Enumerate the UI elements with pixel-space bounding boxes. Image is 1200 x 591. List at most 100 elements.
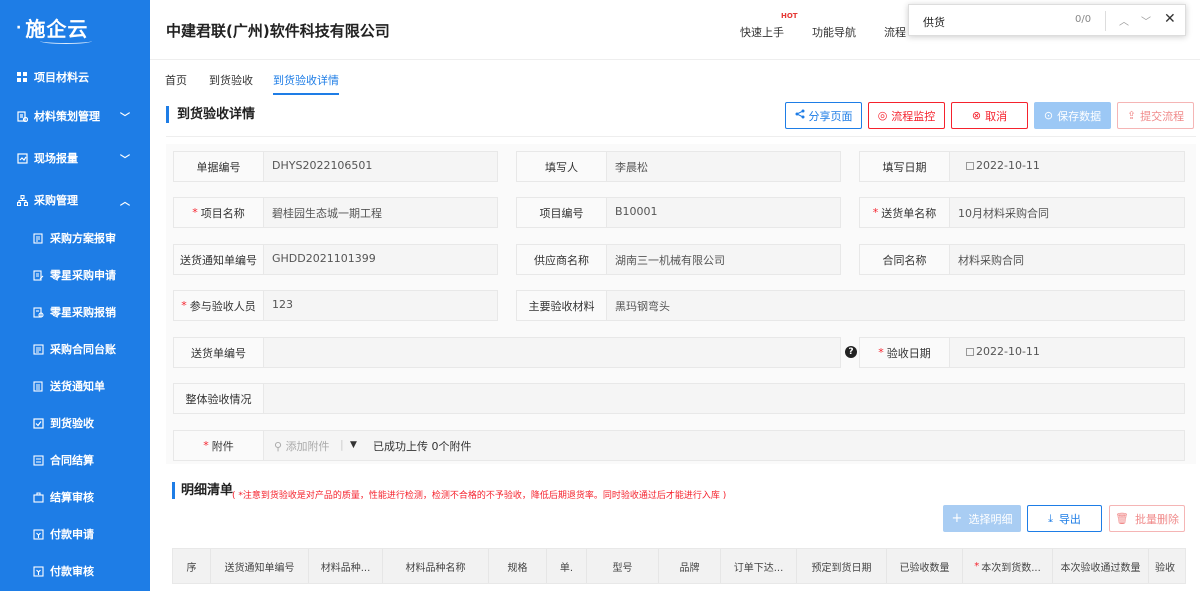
find-prev-icon[interactable]: ︿: [1119, 13, 1129, 28]
tab-arrival-acceptance-detail[interactable]: 到货验收详情: [273, 72, 339, 95]
close-circle-icon: ⊗: [971, 109, 982, 122]
sidebar-item-sporadic-apply[interactable]: 零星采购申请: [0, 263, 150, 287]
supplier-value: 湖南三一机械有限公司: [615, 254, 725, 267]
help-icon[interactable]: ?: [845, 346, 857, 358]
sidebar-item-site-report[interactable]: 现场报量 ﹀: [0, 146, 150, 170]
logo-arc: [40, 38, 92, 44]
report-icon: [16, 152, 28, 164]
pay-audit-icon: [32, 565, 44, 577]
select-details-button[interactable]: + 选择明细: [943, 505, 1021, 532]
project-name-field[interactable]: * 项目名称 碧桂园生态城一期工程: [173, 197, 498, 228]
submit-label: 提交流程: [1140, 109, 1185, 123]
reimburse-icon: [32, 306, 44, 318]
chevron-up-icon: ︿: [120, 196, 130, 208]
list-icon: [32, 380, 44, 392]
col-model: 型号: [587, 549, 659, 583]
find-count: 0/0: [1075, 14, 1092, 25]
overall-field[interactable]: 整体验收情况: [173, 383, 1185, 414]
share-page-button[interactable]: 分享页面: [785, 102, 862, 129]
materials-value: 黑玛钢弯头: [615, 300, 670, 313]
delivery-name-field[interactable]: * 送货单名称 10月材料采购合同: [859, 197, 1185, 228]
filler-value: 李晨松: [615, 161, 648, 174]
divider: [166, 136, 1196, 137]
find-next-icon[interactable]: ﹀: [1141, 13, 1151, 28]
delivery-name-value: 10月材料采购合同: [958, 207, 1049, 220]
sidebar-item-material-planning[interactable]: 材料策划管理 ﹀: [0, 104, 150, 128]
accept-date-label: 验收日期: [886, 346, 931, 360]
sidebar-item-label: 付款审核: [50, 565, 94, 578]
notice-no-label: 送货通知单编号: [174, 245, 264, 274]
materials-field[interactable]: 主要验收材料 黑玛钢弯头: [516, 290, 1185, 321]
sidebar-item-payment-apply[interactable]: 付款申请: [0, 522, 150, 546]
detail-table-header: 序 送货通知单编号 材料品种... 材料品种名称 规格 单. 型号 品牌 订单下…: [172, 548, 1186, 584]
check-circle-icon: ⊙: [1043, 109, 1054, 122]
delivery-no-label: 送货单编号: [174, 338, 264, 367]
attachment-label: 附件: [211, 439, 234, 453]
delivery-no-field[interactable]: 送货单编号: [173, 337, 841, 368]
sidebar-item-label: 送货通知单: [50, 380, 105, 393]
find-input[interactable]: 供货: [923, 14, 945, 30]
sidebar-item-label: 付款申请: [50, 528, 94, 541]
sidebar-item-sporadic-reimburse[interactable]: 零星采购报销: [0, 300, 150, 324]
col-material-category: 材料品种...: [309, 549, 383, 583]
feature-nav-link[interactable]: 功能导航: [812, 24, 856, 40]
col-accepted-qty: 已验收数量: [887, 549, 963, 583]
attachment-field: * 附件 ⚲ 添加附件 | ▼ 已成功上传 0个附件: [173, 430, 1185, 461]
process-monitor-button[interactable]: ◎ 流程监控: [868, 102, 945, 129]
chevron-down-icon: ﹀: [120, 112, 130, 124]
batch-delete-button[interactable]: 🗑 批量删除: [1109, 505, 1185, 532]
fill-date-field[interactable]: 填写日期 2022-10-11: [859, 151, 1185, 182]
sidebar-item-arrival-acceptance[interactable]: 到货验收: [0, 411, 150, 435]
plan-icon: [16, 110, 28, 122]
supplier-label: 供应商名称: [517, 245, 607, 274]
sidebar-item-project-material-cloud[interactable]: 项目材料云: [0, 65, 150, 89]
submit-process-button[interactable]: ⇪ 提交流程: [1117, 102, 1194, 129]
cancel-button[interactable]: ⊗ 取消: [951, 102, 1028, 129]
logo[interactable]: · 施企云: [0, 0, 150, 55]
trash-icon: 🗑: [1115, 512, 1129, 525]
sidebar-item-delivery-notice[interactable]: 送货通知单: [0, 374, 150, 398]
attachment-status: 已成功上传 0个附件: [373, 440, 472, 453]
sidebar-item-settlement-audit[interactable]: 结算审核: [0, 485, 150, 509]
filler-label: 填写人: [517, 152, 607, 181]
sidebar-item-label: 材料策划管理: [34, 110, 100, 123]
save-data-button[interactable]: ⊙ 保存数据: [1034, 102, 1111, 129]
add-attachment-button[interactable]: ⚲ 添加附件: [274, 438, 330, 454]
detail-title: 明细清单: [172, 482, 233, 499]
share-label: 分享页面: [808, 109, 853, 123]
sidebar-item-procurement-plan[interactable]: 采购方案报审: [0, 226, 150, 250]
sidebar-item-payment-audit[interactable]: 付款审核: [0, 559, 150, 583]
required-mark: *: [181, 299, 187, 312]
required-mark: *: [974, 560, 980, 572]
contract-field: 合同名称 材料采购合同: [859, 244, 1185, 275]
inspectors-field[interactable]: * 参与验收人员 123: [173, 290, 498, 321]
fill-date-value: 2022-10-11: [976, 159, 1040, 172]
col-acceptance: 验收: [1155, 562, 1175, 574]
ledger-icon: [32, 343, 44, 355]
sidebar-item-contract-ledger[interactable]: 采购合同台账: [0, 337, 150, 361]
sidebar: · 施企云 项目材料云 材料策划管理 ﹀ 现场报量 ﹀ 采购管理 ︿ 采购方案报…: [0, 0, 150, 591]
caret-down-icon[interactable]: ▼: [350, 440, 357, 450]
contract-label: 合同名称: [860, 245, 950, 274]
notice-no-field[interactable]: 送货通知单编号 GHDD2021101399: [173, 244, 498, 275]
sidebar-item-contract-settlement[interactable]: 合同结算: [0, 448, 150, 472]
sidebar-item-label: 项目材料云: [34, 71, 89, 84]
tab-arrival-acceptance[interactable]: 到货验收: [209, 72, 253, 88]
company-name: 中建君联(广州)软件科技有限公司: [166, 22, 390, 40]
calendar-icon: [966, 162, 974, 170]
sidebar-item-label: 零星采购申请: [50, 269, 116, 282]
sidebar-item-procurement[interactable]: 采购管理 ︿: [0, 188, 150, 212]
quick-start-link[interactable]: 快速上手: [740, 24, 784, 40]
export-button[interactable]: ⤓ 导出: [1027, 505, 1102, 532]
project-no-field: 项目编号 B10001: [516, 197, 841, 228]
plus-icon: +: [951, 511, 963, 526]
process-link[interactable]: 流程: [884, 24, 906, 40]
sidebar-item-label: 采购方案报审: [50, 232, 116, 245]
upload-icon: ⇪: [1126, 109, 1137, 122]
tab-home[interactable]: 首页: [165, 72, 187, 88]
col-expected-arrival-date: 预定到货日期: [797, 549, 887, 583]
batch-delete-label: 批量删除: [1134, 512, 1179, 526]
hot-badge: HOT: [781, 12, 798, 20]
close-icon[interactable]: ✕: [1164, 11, 1176, 27]
accept-date-field[interactable]: * 验收日期 2022-10-11: [859, 337, 1185, 368]
